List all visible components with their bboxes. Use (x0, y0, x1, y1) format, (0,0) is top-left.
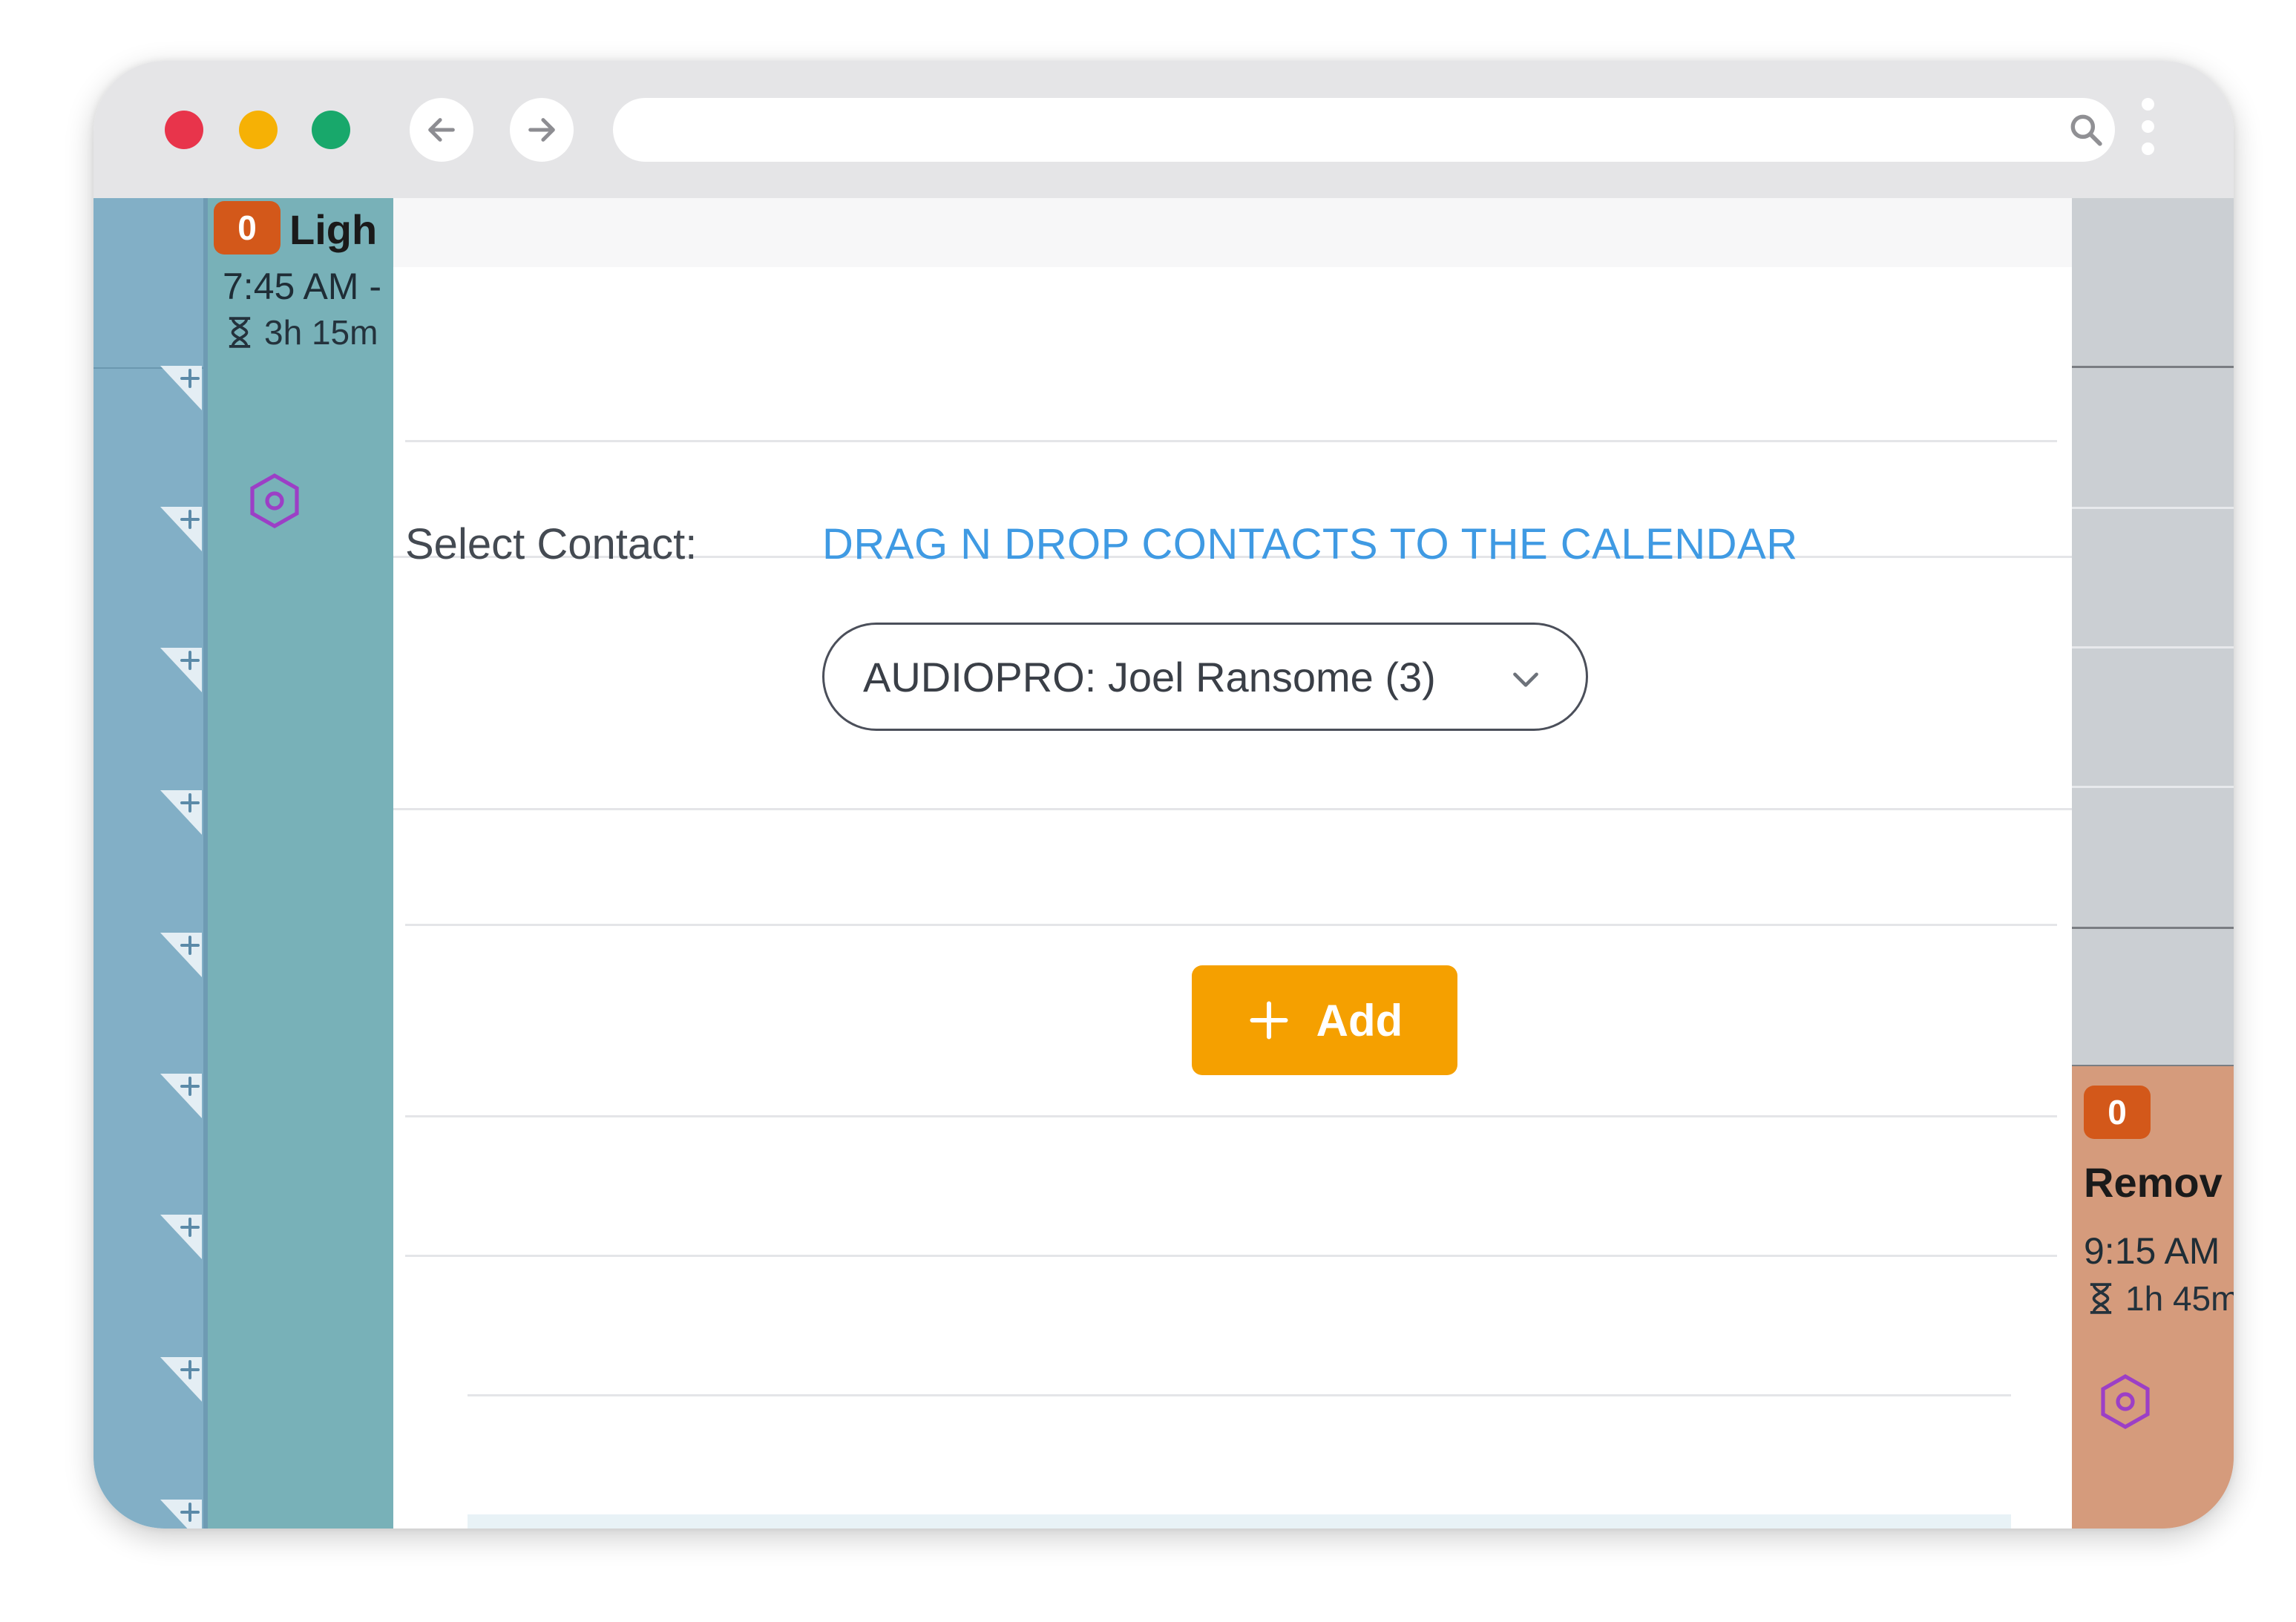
browser-toolbar (94, 61, 2234, 198)
event-duration: 1h 45m (2087, 1278, 2234, 1319)
event-card-right[interactable]: 0 Remov 9:15 AM 1h 45m (2072, 1066, 2234, 1529)
event-count-badge: 0 (214, 201, 281, 255)
plus-icon (1250, 1001, 1288, 1040)
event-duration-text: 1h 45m (2125, 1279, 2234, 1318)
search-icon[interactable] (2067, 111, 2105, 148)
event-time: 9:15 AM (2084, 1230, 2220, 1272)
event-card-left[interactable]: 0 Ligh 7:45 AM - 3h 15m (208, 198, 393, 1529)
event-duration: 3h 15m (226, 312, 378, 352)
add-slot-icon[interactable] (160, 1357, 202, 1402)
hourglass-icon (229, 317, 251, 348)
add-slot-icon[interactable] (160, 933, 202, 977)
add-button[interactable]: Add (1192, 965, 1457, 1075)
chevron-down-icon (1513, 672, 1538, 687)
event-title: Ligh (289, 206, 378, 253)
add-contact-modal: Select Contact: DRAG N DROP CONTACTS TO … (393, 198, 2072, 1529)
calendar-view: 0 Ligh 7:45 AM - 3h 15m Select Contact: … (94, 198, 2234, 1529)
maximize-window-button[interactable] (312, 111, 350, 149)
drag-drop-contacts-link[interactable]: DRAG N DROP CONTACTS TO THE CALENDAR (822, 519, 1798, 569)
back-button[interactable] (410, 98, 473, 162)
contact-select-value: AUDIOPRO: Joel Ransome (3) (863, 653, 1436, 700)
settings-hexagon-icon[interactable] (2096, 1372, 2155, 1431)
event-duration-text: 3h 15m (264, 313, 378, 352)
event-count-badge: 0 (2084, 1086, 2151, 1139)
hourglass-icon (2090, 1283, 2112, 1314)
address-bar[interactable] (613, 98, 2115, 162)
browser-window: 0 Ligh 7:45 AM - 3h 15m Select Contact: … (94, 61, 2234, 1529)
kebab-menu-icon[interactable] (2140, 98, 2155, 165)
add-button-label: Add (1316, 995, 1403, 1045)
add-slot-icon[interactable] (160, 1074, 202, 1118)
add-slot-icon[interactable] (160, 648, 202, 692)
add-slot-icon[interactable] (160, 1500, 202, 1529)
arrow-right-icon (528, 118, 555, 142)
contact-select[interactable]: AUDIOPRO: Joel Ransome (3) (822, 623, 1588, 731)
forward-button[interactable] (510, 98, 574, 162)
minimize-window-button[interactable] (239, 111, 278, 149)
event-time: 7:45 AM - (223, 266, 381, 307)
add-slot-icon[interactable] (160, 507, 202, 551)
add-slot-icon[interactable] (160, 1215, 202, 1259)
settings-hexagon-icon[interactable] (245, 471, 304, 531)
select-contact-label: Select Contact: (405, 520, 698, 568)
add-slot-icon[interactable] (160, 366, 202, 410)
close-window-button[interactable] (165, 111, 203, 149)
event-title: Remov (2084, 1159, 2223, 1206)
arrow-left-icon (428, 118, 455, 142)
add-slot-icon[interactable] (160, 790, 202, 835)
